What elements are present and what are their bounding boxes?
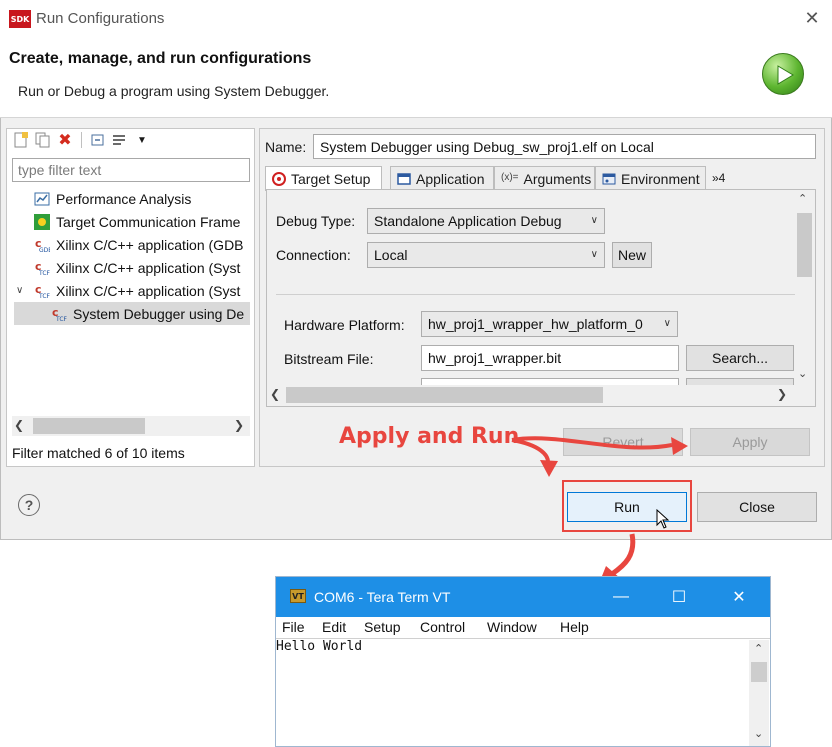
teraterm-app-icon: VT — [290, 589, 306, 603]
menu-window[interactable]: Window — [487, 619, 537, 635]
scroll-down-icon[interactable]: ⌄ — [754, 727, 763, 740]
teraterm-title: COM6 - Tera Term VT — [314, 589, 451, 605]
close-icon[interactable]: ✕ — [716, 577, 762, 617]
minimize-icon[interactable]: — — [598, 577, 644, 617]
menu-file[interactable]: File — [282, 619, 305, 635]
terminal-output[interactable]: Hello World — [276, 639, 362, 654]
tt-icon-text: VT — [292, 591, 304, 601]
menu-setup[interactable]: Setup — [364, 619, 401, 635]
scroll-up-icon[interactable]: ⌃ — [754, 642, 763, 655]
arrow-head-apply — [671, 437, 688, 455]
arrow-head-run — [540, 460, 558, 477]
menu-help[interactable]: Help — [560, 619, 589, 635]
menu-control[interactable]: Control — [420, 619, 465, 635]
maximize-icon[interactable]: ☐ — [656, 577, 702, 617]
menu-edit[interactable]: Edit — [322, 619, 346, 635]
terminal-scroll-thumb[interactable] — [751, 662, 767, 682]
